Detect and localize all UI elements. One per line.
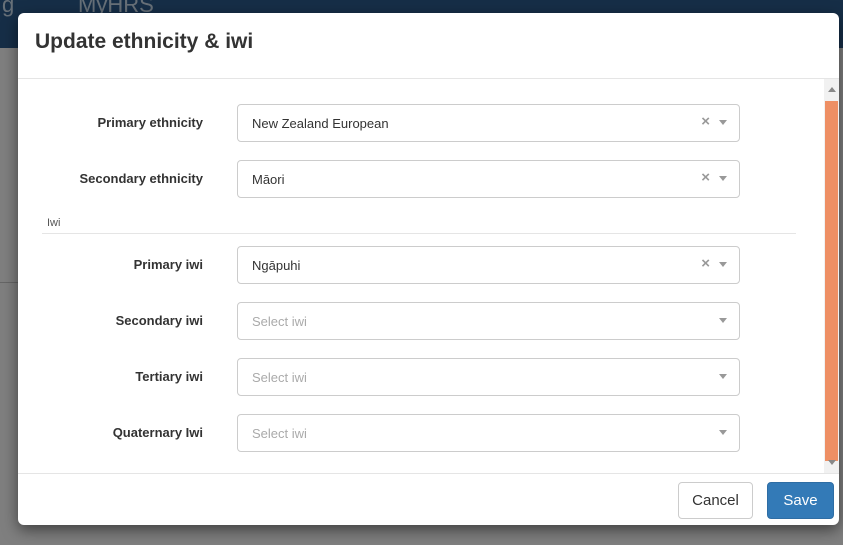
cancel-button[interactable]: Cancel — [678, 482, 753, 519]
tertiary-iwi-label: Tertiary iwi — [135, 369, 203, 384]
modal-body: Primary ethnicity New Zealand European ×… — [18, 79, 839, 473]
primary-ethnicity-label: Primary ethnicity — [97, 115, 204, 130]
primary-ethnicity-value: New Zealand European — [252, 116, 389, 131]
scrollbar-thumb[interactable] — [825, 101, 838, 461]
scroll-down-icon[interactable] — [828, 460, 836, 465]
primary-ethnicity-row: Primary ethnicity New Zealand European × — [18, 104, 839, 144]
chevron-down-icon[interactable] — [719, 176, 727, 181]
save-button[interactable]: Save — [767, 482, 834, 519]
primary-iwi-row: Primary iwi Ngāpuhi × — [18, 246, 839, 286]
quaternary-iwi-select[interactable]: Select iwi — [237, 414, 740, 452]
primary-iwi-label: Primary iwi — [133, 257, 203, 272]
secondary-ethnicity-select[interactable]: Māori × — [237, 160, 740, 198]
primary-ethnicity-select[interactable]: New Zealand European × — [237, 104, 740, 142]
modal-header: Update ethnicity & iwi — [18, 13, 839, 79]
scroll-up-icon[interactable] — [828, 87, 836, 92]
tertiary-iwi-row: Tertiary iwi Select iwi — [18, 358, 839, 398]
modal-title: Update ethnicity & iwi — [35, 30, 254, 53]
clear-icon[interactable]: × — [701, 169, 710, 187]
clear-icon[interactable]: × — [701, 113, 710, 131]
iwi-section-label: Iwi — [47, 217, 61, 229]
chevron-down-icon[interactable] — [719, 430, 727, 435]
modal-footer: Cancel Save — [18, 473, 839, 525]
chevron-down-icon[interactable] — [719, 318, 727, 323]
clear-icon[interactable]: × — [701, 255, 710, 273]
secondary-iwi-placeholder: Select iwi — [252, 314, 307, 329]
quaternary-iwi-placeholder: Select iwi — [252, 426, 307, 441]
iwi-section-divider — [42, 233, 796, 234]
chevron-down-icon[interactable] — [719, 262, 727, 267]
quaternary-iwi-row: Quaternary Iwi Select iwi — [18, 414, 839, 454]
update-ethnicity-modal: Update ethnicity & iwi Primary ethnicity… — [18, 13, 839, 525]
modal-scrollbar[interactable] — [824, 79, 839, 473]
chevron-down-icon[interactable] — [719, 120, 727, 125]
tertiary-iwi-select[interactable]: Select iwi — [237, 358, 740, 396]
secondary-ethnicity-row: Secondary ethnicity Māori × — [18, 160, 839, 200]
secondary-ethnicity-label: Secondary ethnicity — [79, 171, 203, 186]
secondary-ethnicity-value: Māori — [252, 172, 285, 187]
secondary-iwi-label: Secondary iwi — [115, 313, 203, 328]
secondary-iwi-row: Secondary iwi Select iwi — [18, 302, 839, 342]
secondary-iwi-select[interactable]: Select iwi — [237, 302, 740, 340]
primary-iwi-select[interactable]: Ngāpuhi × — [237, 246, 740, 284]
tertiary-iwi-placeholder: Select iwi — [252, 370, 307, 385]
quaternary-iwi-label: Quaternary Iwi — [112, 425, 203, 440]
primary-iwi-value: Ngāpuhi — [252, 258, 301, 273]
chevron-down-icon[interactable] — [719, 374, 727, 379]
